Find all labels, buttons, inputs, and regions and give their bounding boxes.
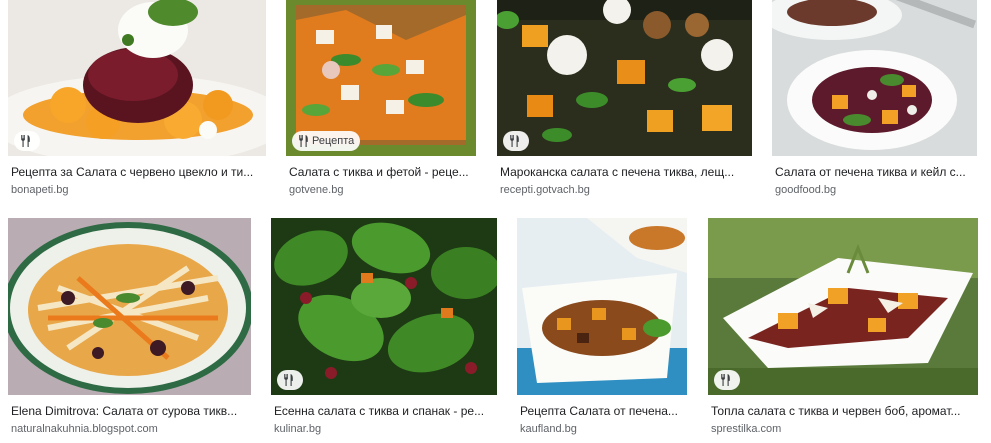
result-card[interactable]: Рецепта Салата с тиква и фетой - реце...… <box>286 0 476 200</box>
result-thumbnail[interactable] <box>8 218 251 395</box>
roasted-pumpkin-kale-salad-image <box>772 0 977 156</box>
badge-label: Рецепта <box>312 135 355 147</box>
result-card[interactable]: Салата от печена тиква и кейл с... goodf… <box>772 0 977 200</box>
recipe-badge: Рецепта <box>292 131 361 151</box>
raw-pumpkin-salad-image <box>8 218 251 395</box>
result-source[interactable]: kulinar.bg <box>274 422 496 436</box>
fork-knife-icon <box>284 374 293 386</box>
result-thumbnail[interactable] <box>772 0 977 156</box>
result-title[interactable]: Салата от печена тиква и кейл с... <box>775 165 975 180</box>
result-source[interactable]: sprestilka.com <box>711 422 977 436</box>
result-source[interactable]: goodfood.bg <box>775 183 975 197</box>
result-title[interactable]: Салата с тиква и фетой - реце... <box>289 165 474 180</box>
recipe-badge <box>14 131 40 151</box>
lentil-pumpkin-salad-image <box>497 0 752 156</box>
roasted-vegetable-salad-image <box>517 218 687 395</box>
recipe-badge <box>714 370 740 390</box>
result-source[interactable]: naturalnakuhnia.blogspot.com <box>11 422 251 436</box>
result-card[interactable]: Рецепта за Салата с червено цвекло и ти.… <box>8 0 266 200</box>
recipe-badge <box>503 131 529 151</box>
result-thumbnail[interactable]: Рецепта <box>286 0 476 156</box>
result-card[interactable]: Есенна салата с тиква и спанак - ре... k… <box>271 218 497 440</box>
result-title[interactable]: Elena Dimitrova: Салата от сурова тикв..… <box>11 404 251 419</box>
result-source[interactable]: recepti.gotvach.bg <box>500 183 750 197</box>
result-title[interactable]: Есенна салата с тиква и спанак - ре... <box>274 404 496 419</box>
beet-salad-image <box>8 0 266 156</box>
result-card[interactable]: Топла салата с тиква и червен боб, арома… <box>708 218 978 440</box>
result-source[interactable]: gotvene.bg <box>289 183 474 197</box>
result-source[interactable]: bonapeti.bg <box>11 183 266 197</box>
result-thumbnail[interactable] <box>271 218 497 395</box>
fork-knife-icon <box>721 374 730 386</box>
result-title[interactable]: Топла салата с тиква и червен боб, арома… <box>711 404 977 419</box>
recipe-badge <box>277 370 303 390</box>
result-title[interactable]: Рецепта Салата от печена... <box>520 404 685 419</box>
result-thumbnail[interactable] <box>708 218 978 395</box>
result-card[interactable]: Мароканска салата с печена тиква, лещ...… <box>497 0 752 200</box>
result-card[interactable]: Рецепта Салата от печена... kaufland.bg <box>517 218 687 440</box>
spinach-pumpkin-salad-image <box>271 218 497 395</box>
result-card[interactable]: Elena Dimitrova: Салата от сурова тикв..… <box>8 218 251 440</box>
result-thumbnail[interactable] <box>517 218 687 395</box>
fork-knife-icon <box>510 135 519 147</box>
result-source[interactable]: kaufland.bg <box>520 422 685 436</box>
warm-pumpkin-bean-salad-image <box>708 218 978 395</box>
result-thumbnail[interactable] <box>8 0 266 156</box>
result-thumbnail[interactable] <box>497 0 752 156</box>
result-title[interactable]: Мароканска салата с печена тиква, лещ... <box>500 165 750 180</box>
fork-knife-icon <box>299 135 308 147</box>
result-title[interactable]: Рецепта за Салата с червено цвекло и ти.… <box>11 165 266 180</box>
fork-knife-icon <box>21 135 30 147</box>
